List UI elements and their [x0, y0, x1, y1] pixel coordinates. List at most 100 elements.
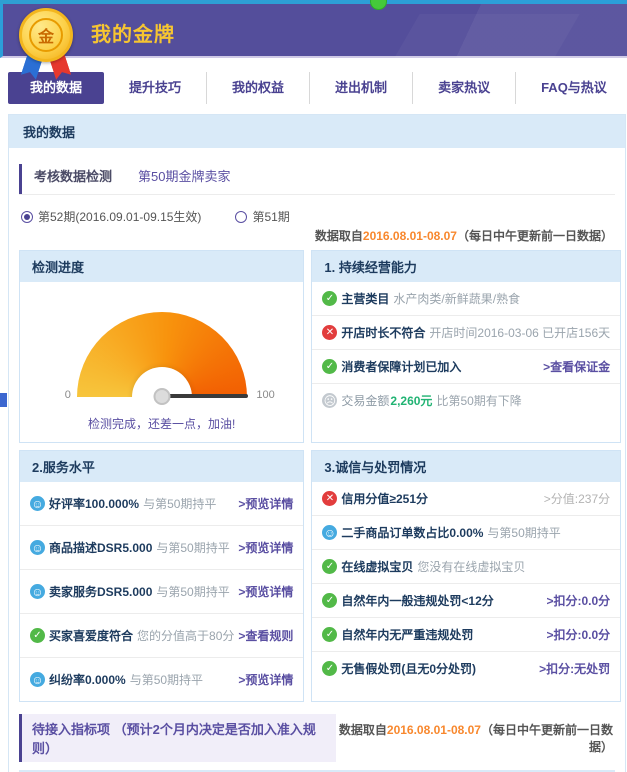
metric-value: 与第50期持平 — [130, 671, 203, 688]
metric-label: 纠纷率0.000% — [49, 671, 126, 688]
metric-item: ☺ 商品描述DSR5.000 与第50期持平 >预览详情 — [20, 525, 303, 569]
metric-item: ✕ 开店时长不符合 开店时间2016-03-06 已开店156天 — [312, 315, 620, 349]
cross-circle-icon: ✕ — [322, 325, 337, 340]
gold-medal-icon: 金 — [19, 8, 77, 62]
sub-tab-label: 第50期金牌卖家 — [138, 169, 230, 184]
top-tab-label: 进出机制 — [335, 80, 387, 95]
top-tab[interactable]: 卖家热议 — [412, 72, 515, 104]
metric-value: 与第50期持平 — [143, 495, 216, 512]
gauge-needle — [162, 394, 248, 398]
check-circle-icon: ✓ — [322, 291, 337, 306]
pending-title-text: 待接入指标项 — [32, 722, 110, 737]
metric-item: ✕ 信用分值≥251分 >分值:237分 — [312, 482, 620, 515]
data-source-note: 数据取自2016.08.01-08.07（每日中午更新前一日数据） — [9, 227, 613, 244]
detail-link[interactable]: >预览详情 — [238, 495, 293, 512]
check-circle-icon: ✓ — [322, 593, 337, 608]
check-circle-icon: ✓ — [322, 627, 337, 642]
metric-label: 买家喜爱度符合 — [49, 627, 133, 644]
panel-service-level: 2.服务水平 ☺ 好评率100.000% 与第50期持平 >预览详情 ☺ 商品描… — [19, 450, 304, 702]
metric-label: 在线虚拟宝贝 — [341, 558, 413, 575]
panel-progress: 检测进度 0 100 检测完成，还差一点，加油! — [19, 250, 304, 443]
metric-item: ☺ 好评率100.000% 与第50期持平 >预览详情 — [20, 482, 303, 525]
period-radio-option[interactable]: 第51期 — [235, 208, 289, 225]
detail-link[interactable]: >查看保证金 — [543, 358, 610, 375]
note-date: 2016.08.01-08.07 — [387, 723, 481, 737]
panel2-items: ☺ 好评率100.000% 与第50期持平 >预览详情 ☺ 商品描述DSR5.0… — [20, 482, 303, 701]
metric-panels: 检测进度 0 100 检测完成，还差一点，加油! 1. 持续经营能力 ✓ 主营类… — [19, 250, 615, 702]
detail-link[interactable]: >扣分:无处罚 — [539, 660, 610, 677]
note-prefix: 数据取自 — [315, 229, 363, 243]
period-radio-option[interactable]: 第52期(2016.09.01-09.15生效) — [21, 208, 201, 225]
panel-business-capability: 1. 持续经营能力 ✓ 主营类目 水产肉类/新鲜蔬果/熟食 ✕ 开店时长不符合 … — [311, 250, 621, 443]
feedback-handle[interactable] — [0, 393, 7, 407]
detail-link[interactable]: >预览详情 — [238, 671, 293, 688]
smile-face-icon: ☺ — [30, 540, 45, 555]
smile-face-icon: ☺ — [322, 525, 337, 540]
detail-link[interactable]: >扣分:0.0分 — [546, 626, 610, 643]
detail-link[interactable]: >预览详情 — [238, 539, 293, 556]
gauge-hub — [153, 388, 170, 405]
gauge-arc — [77, 312, 247, 397]
metric-item: ☹ 交易金额 2,260元 比第50期有下降 — [312, 383, 620, 417]
metric-label: 无售假处罚(且无0分处罚) — [341, 660, 476, 677]
sub-tab[interactable]: 第50期金牌卖家 — [126, 164, 244, 194]
metric-label: 卖家服务DSR5.000 — [49, 583, 152, 600]
metric-label: 自然年内一般违规处罚<12分 — [341, 592, 493, 609]
detail-link[interactable]: >扣分:0.0分 — [546, 592, 610, 609]
metric-item: ✓ 买家喜爱度符合 您的分值高于80分 >查看规则 — [20, 613, 303, 657]
gauge-max-label: 100 — [256, 389, 274, 401]
metric-item: ✓ 自然年内无严重违规处罚 >扣分:0.0分 — [312, 617, 620, 651]
detail-link[interactable]: >分值:237分 — [544, 490, 610, 507]
banner-decoration — [394, 14, 579, 58]
period-label: 第52期(2016.09.01-09.15生效) — [38, 208, 201, 225]
metric-value: 与第50期持平 — [156, 539, 229, 556]
top-tab-label: 提升技巧 — [129, 80, 181, 95]
detail-link[interactable]: >预览详情 — [238, 583, 293, 600]
pending-section-header: 待接入指标项 （预计2个月内决定是否加入准入规则） 数据取自2016.08.01… — [19, 714, 615, 762]
top-tab[interactable]: 我的权益 — [206, 72, 309, 104]
top-tab-label: 我的数据 — [30, 80, 82, 95]
smile-face-icon: ☺ — [30, 672, 45, 687]
note-date: 2016.08.01-08.07 — [363, 229, 457, 243]
panel3-items: ✕ 信用分值≥251分 >分值:237分 ☺ 二手商品订单数占比0.00% 与第… — [312, 482, 620, 685]
top-tab[interactable]: 进出机制 — [309, 72, 412, 104]
top-tab-label: 我的权益 — [232, 80, 284, 95]
panel1-title: 1. 持续经营能力 — [312, 251, 620, 282]
note-prefix: 数据取自 — [339, 723, 387, 737]
metric-label: 商品描述DSR5.000 — [49, 539, 152, 556]
metric-item: ☺ 二手商品订单数占比0.00% 与第50期持平 — [312, 515, 620, 549]
metric-item: ☺ 纠纷率0.000% 与第50期持平 >预览详情 — [20, 657, 303, 701]
metric-value: 与第50期持平 — [156, 583, 229, 600]
top-tab-label: 卖家热议 — [438, 80, 490, 95]
metric-value: 您没有在线虚拟宝贝 — [417, 558, 525, 575]
check-circle-icon: ✓ — [322, 661, 337, 676]
panel-progress-title: 检测进度 — [20, 251, 303, 282]
metric-value: 您的分值高于80分 — [137, 627, 234, 644]
radio-icon — [235, 211, 247, 223]
metric-label: 开店时长不符合 — [341, 324, 425, 341]
metric-label: 交易金额 — [341, 392, 389, 409]
pending-title: 待接入指标项 （预计2个月内决定是否加入准入规则） — [19, 714, 336, 762]
panel1-items: ✓ 主营类目 水产肉类/新鲜蔬果/熟食 ✕ 开店时长不符合 开店时间2016-0… — [312, 282, 620, 417]
metric-value: 水产肉类/新鲜蔬果/熟食 — [393, 290, 520, 307]
check-circle-icon: ✓ — [30, 628, 45, 643]
metric-label: 信用分值≥251分 — [341, 490, 428, 507]
metric-item: ✓ 主营类目 水产肉类/新鲜蔬果/熟食 — [312, 282, 620, 315]
metric-amount: 2,260元 — [390, 392, 432, 409]
metric-item: ✓ 无售假处罚(且无0分处罚) >扣分:无处罚 — [312, 651, 620, 685]
top-tab[interactable]: FAQ与热议 — [515, 72, 627, 104]
detail-link[interactable]: >查看规则 — [238, 627, 293, 644]
top-tabbar: 我的数据 提升技巧 我的权益 进出机制 卖家热议 FAQ与热议 — [8, 72, 627, 104]
metric-label: 好评率100.000% — [49, 495, 139, 512]
sub-tab[interactable]: 考核数据检测 — [19, 164, 126, 194]
period-radio-group: 第52期(2016.09.01-09.15生效) 第51期 — [21, 208, 615, 225]
metric-label: 自然年内无严重违规处罚 — [341, 626, 473, 643]
section-title: 我的数据 — [9, 115, 625, 148]
top-tab[interactable]: 提升技巧 — [104, 72, 206, 104]
smile-face-icon: ☺ — [30, 496, 45, 511]
neutral-face-icon: ☹ — [322, 393, 337, 408]
metric-item: ✓ 消费者保障计划已加入 >查看保证金 — [312, 349, 620, 383]
medal-glyph: 金 — [29, 18, 63, 52]
panel3-title: 3.诚信与处罚情况 — [312, 451, 620, 482]
data-source-note: 数据取自2016.08.01-08.07（每日中午更新前一日数据） — [336, 721, 613, 755]
